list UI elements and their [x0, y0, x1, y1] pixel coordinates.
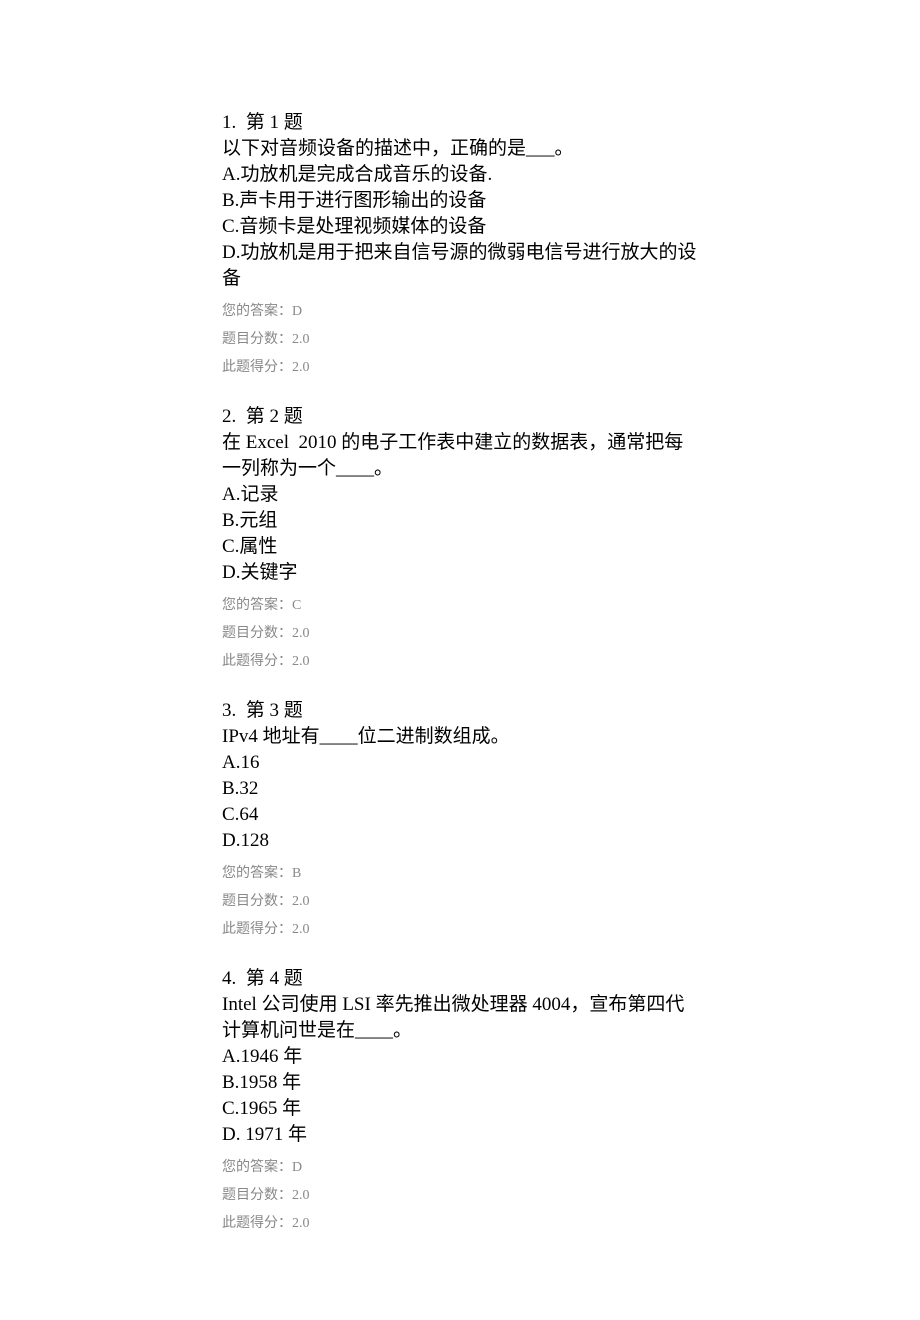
your-answer-line: 您的答案：D: [222, 300, 700, 324]
got-score-line: 此题得分：2.0: [222, 918, 700, 942]
max-score-line: 题目分数：2.0: [222, 1184, 700, 1208]
question-option: D.关键字: [222, 560, 700, 586]
question-option: A.1946 年: [222, 1044, 700, 1070]
question-option: C.属性: [222, 534, 700, 560]
question-header: 3. 第 3 题: [222, 698, 700, 724]
question-block: 2. 第 2 题 在 Excel 2010 的电子工作表中建立的数据表，通常把每…: [222, 404, 700, 674]
question-stem: 以下对音频设备的描述中，正确的是___。: [222, 136, 700, 162]
question-option: B.1958 年: [222, 1070, 700, 1096]
question-option: A.16: [222, 750, 700, 776]
question-stem: IPv4 地址有____位二进制数组成。: [222, 724, 700, 750]
question-option: D.128: [222, 828, 700, 854]
question-block: 1. 第 1 题 以下对音频设备的描述中，正确的是___。 A.功放机是完成合成…: [222, 110, 700, 380]
got-score-line: 此题得分：2.0: [222, 650, 700, 674]
document-page: 1. 第 1 题 以下对音频设备的描述中，正确的是___。 A.功放机是完成合成…: [0, 0, 920, 1320]
max-score-line: 题目分数：2.0: [222, 890, 700, 914]
question-block: 4. 第 4 题 Intel 公司使用 LSI 率先推出微处理器 4004，宣布…: [222, 966, 700, 1236]
question-option: D. 1971 年: [222, 1122, 700, 1148]
question-option: C.64: [222, 802, 700, 828]
question-header: 1. 第 1 题: [222, 110, 700, 136]
question-option: B.元组: [222, 508, 700, 534]
got-score-line: 此题得分：2.0: [222, 1212, 700, 1236]
question-option: D.功放机是用于把来自信号源的微弱电信号进行放大的设备: [222, 240, 700, 292]
question-header: 4. 第 4 题: [222, 966, 700, 992]
question-option: B.32: [222, 776, 700, 802]
question-option: A.记录: [222, 482, 700, 508]
max-score-line: 题目分数：2.0: [222, 622, 700, 646]
your-answer-line: 您的答案：C: [222, 594, 700, 618]
question-stem: 在 Excel 2010 的电子工作表中建立的数据表，通常把每一列称为一个___…: [222, 430, 700, 482]
question-option: C.音频卡是处理视频媒体的设备: [222, 214, 700, 240]
max-score-line: 题目分数：2.0: [222, 328, 700, 352]
question-header: 2. 第 2 题: [222, 404, 700, 430]
question-option: A.功放机是完成合成音乐的设备.: [222, 162, 700, 188]
question-stem: Intel 公司使用 LSI 率先推出微处理器 4004，宣布第四代计算机问世是…: [222, 992, 700, 1044]
question-block: 3. 第 3 题 IPv4 地址有____位二进制数组成。 A.16 B.32 …: [222, 698, 700, 942]
got-score-line: 此题得分：2.0: [222, 356, 700, 380]
question-option: C.1965 年: [222, 1096, 700, 1122]
your-answer-line: 您的答案：B: [222, 862, 700, 886]
your-answer-line: 您的答案：D: [222, 1156, 700, 1180]
question-option: B.声卡用于进行图形输出的设备: [222, 188, 700, 214]
